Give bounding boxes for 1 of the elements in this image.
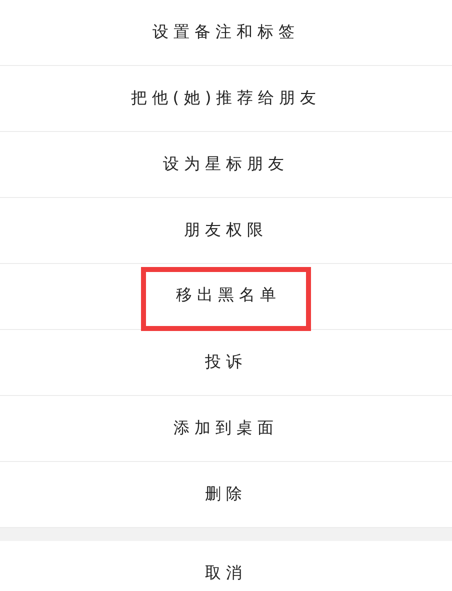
menu-item[interactable]: 移出黑名单: [141, 266, 311, 330]
